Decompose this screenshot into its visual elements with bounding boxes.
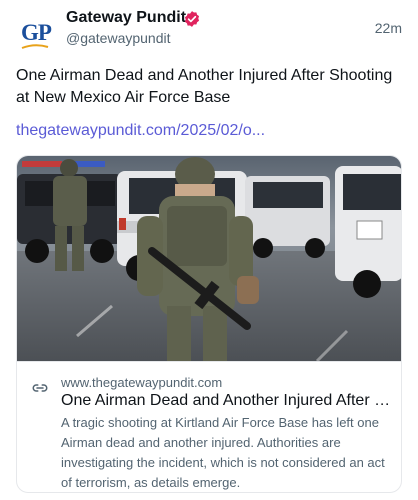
card-title[interactable]: One Airman Dead and Another Injured Afte… (61, 391, 397, 411)
post-card[interactable]: GP Gateway Pundit @gatewaypundit 22m One… (0, 0, 418, 500)
post-link[interactable]: thegatewaypundit.com/2025/02/o... (16, 120, 265, 142)
card-meta[interactable]: www.thegatewaypundit.com One Airman Dead… (17, 361, 401, 492)
post-text: One Airman Dead and Another Injured Afte… (16, 67, 393, 106)
card-image[interactable] (17, 156, 402, 361)
card-description: A tragic shooting at Kirtland Air Force … (61, 415, 385, 490)
avatar[interactable]: GP (16, 13, 56, 53)
link-icon (32, 384, 48, 392)
post-timestamp[interactable]: 22m (375, 20, 402, 36)
author-display-name[interactable]: Gateway Pundit (66, 9, 186, 27)
verified-badge-icon (184, 11, 200, 27)
link-preview-card[interactable]: www.thegatewaypundit.com One Airman Dead… (16, 155, 402, 493)
card-domain: www.thegatewaypundit.com (61, 375, 223, 390)
author-handle[interactable]: @gatewaypundit (66, 30, 171, 46)
avatar-logo-text: GP (21, 20, 52, 45)
logo-swoosh-icon (21, 44, 49, 49)
